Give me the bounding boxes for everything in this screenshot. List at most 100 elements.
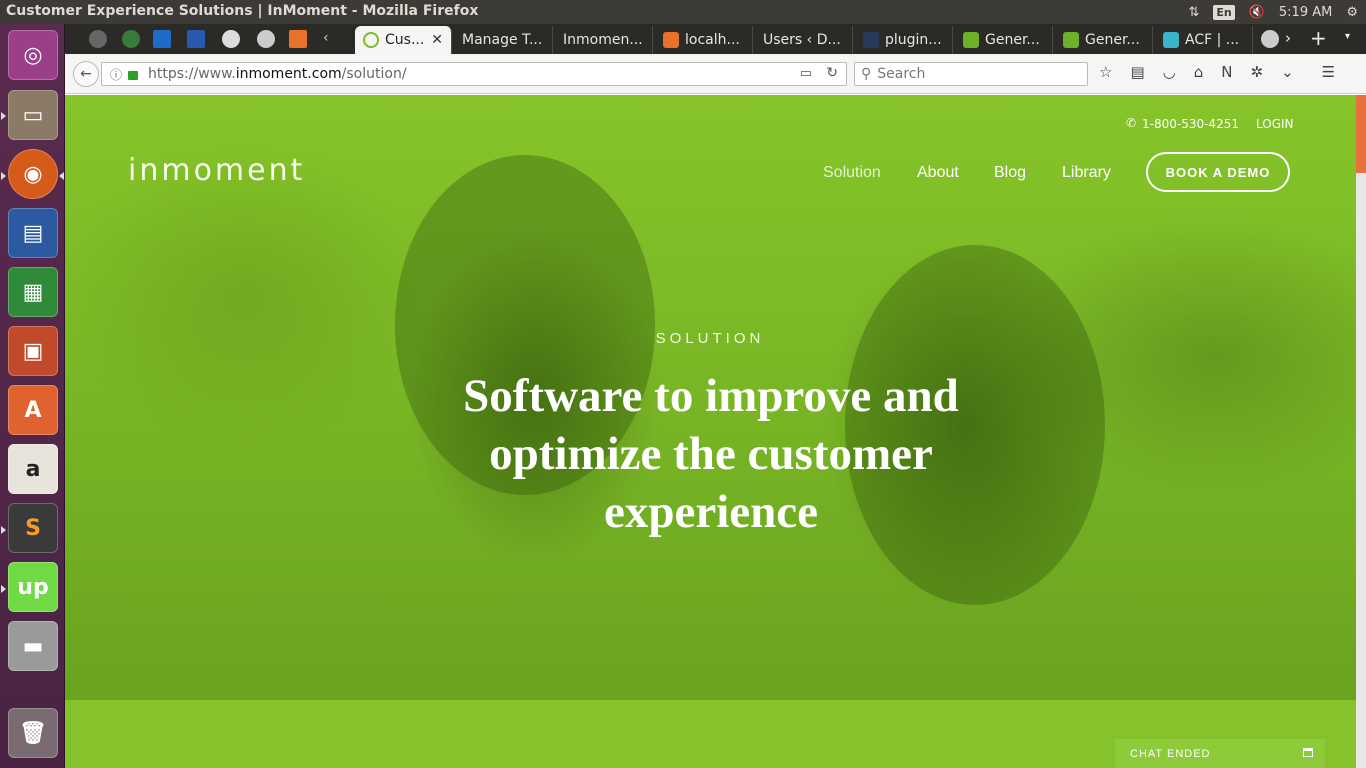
- firefox-icon[interactable]: ◉: [8, 149, 58, 199]
- tab-label: Manage T...: [462, 32, 543, 48]
- pinned-tab-stackoverflow-icon[interactable]: [289, 30, 307, 48]
- sublime-text-icon[interactable]: S: [8, 503, 58, 553]
- window-title: Customer Experience Solutions | InMoment…: [6, 3, 479, 19]
- tab-label: Gener...: [985, 32, 1040, 48]
- hero-headline: Software to improve and optimize the cus…: [463, 370, 959, 538]
- running-indicator: [1, 112, 6, 120]
- hamburger-menu-icon[interactable]: ☰: [1322, 63, 1335, 81]
- pinned-tab-reddit-icon[interactable]: [222, 30, 240, 48]
- overflow-chevron-icon[interactable]: ⌄: [1281, 63, 1294, 81]
- search-input[interactable]: ⚲ Search: [854, 62, 1088, 86]
- panel-indicators: ⇅ En 🔇 5:19 AM ⚙: [1188, 0, 1358, 24]
- generator-icon: [963, 32, 979, 48]
- extension-n-icon[interactable]: N: [1221, 63, 1232, 81]
- back-button[interactable]: ←: [73, 61, 99, 87]
- new-tab-icon[interactable]: +: [1310, 26, 1327, 50]
- chat-widget[interactable]: CHAT ENDED: [1115, 739, 1325, 768]
- pinned-tab-sync-icon[interactable]: [122, 30, 140, 48]
- tab-generator-2[interactable]: Gener...: [1055, 26, 1153, 54]
- software-center-icon[interactable]: A: [8, 385, 58, 435]
- keyboard-layout-indicator[interactable]: En: [1213, 4, 1235, 20]
- pinned-tab-globe-icon[interactable]: [89, 30, 107, 48]
- reload-icon[interactable]: ↻: [826, 65, 838, 81]
- nav-solution[interactable]: Solution: [823, 164, 881, 182]
- volume-muted-icon[interactable]: 🔇: [1249, 5, 1265, 20]
- pinned-tab-mail-icon[interactable]: [153, 30, 171, 48]
- home-icon[interactable]: ⌂: [1194, 63, 1204, 81]
- tab-strip: ‹ Cus... ✕ Manage T... Inmomen... localh…: [65, 24, 1366, 54]
- generator-icon: [1063, 32, 1079, 48]
- tab-inmoment[interactable]: Inmomen...: [555, 26, 653, 54]
- bookmark-star-icon[interactable]: ☆: [1099, 63, 1112, 81]
- nav-blog[interactable]: Blog: [994, 164, 1026, 182]
- running-indicator: [1, 172, 6, 180]
- scrollbar-thumb[interactable]: [1356, 95, 1366, 173]
- clock[interactable]: 5:19 AM: [1279, 5, 1332, 20]
- trash-icon[interactable]: 🗑: [8, 708, 58, 758]
- disk-drive-icon[interactable]: ▬: [8, 621, 58, 671]
- running-indicator: [1, 585, 6, 593]
- acf-icon: [1163, 32, 1179, 48]
- tab-acf[interactable]: ACF | ...: [1155, 26, 1253, 54]
- tab-label: Cus...: [385, 32, 425, 48]
- files-icon[interactable]: ▭: [8, 90, 58, 140]
- nav-library[interactable]: Library: [1062, 164, 1111, 182]
- unity-launcher: ◎ ▭ ◉ ▤ ▦ ▣ A a S up ▬ 🗑: [0, 24, 65, 768]
- tab-list-icon[interactable]: ▾: [1345, 31, 1350, 42]
- system-top-panel: Customer Experience Solutions | InMoment…: [0, 0, 1366, 24]
- inmoment-logo[interactable]: inmoment: [128, 153, 305, 188]
- login-link[interactable]: LOGIN: [1256, 117, 1294, 131]
- pinned-tab-wordpress-icon[interactable]: [257, 30, 275, 48]
- bookmarks-library-icon[interactable]: ▤: [1130, 63, 1144, 81]
- chat-status: CHAT ENDED: [1130, 747, 1211, 760]
- page-scrollbar[interactable]: [1356, 95, 1366, 768]
- writer-icon[interactable]: ▤: [8, 208, 58, 258]
- network-icon[interactable]: ⇅: [1188, 5, 1199, 20]
- upwork-icon[interactable]: up: [8, 562, 58, 612]
- section-eyebrow: SOLUTION: [655, 330, 765, 347]
- firefox-window: ‹ Cus... ✕ Manage T... Inmomen... localh…: [65, 24, 1366, 768]
- ubuntu-dash-icon[interactable]: ◎: [8, 30, 58, 80]
- toolbar-icons: ☆ ▤ ◡ ⌂ N ✲ ⌄ ☰: [1099, 63, 1335, 81]
- navigation-toolbar: ← ⓘ https://www.inmoment.com/solution/ ▭…: [65, 54, 1366, 94]
- tab-users[interactable]: Users ‹ D...: [755, 26, 853, 54]
- reader-view-icon[interactable]: ▭: [800, 66, 812, 81]
- tab-customer-experience[interactable]: Cus... ✕: [355, 26, 452, 54]
- extension-bug-icon[interactable]: ✲: [1251, 63, 1264, 81]
- loading-icon: [363, 32, 379, 48]
- url-bar[interactable]: ⓘ https://www.inmoment.com/solution/ ▭ ↻: [101, 62, 847, 86]
- search-placeholder: Search: [877, 66, 926, 82]
- tab-localhost[interactable]: localh...: [655, 26, 753, 54]
- wordpress-tab-icon[interactable]: [1261, 30, 1279, 48]
- phone-number[interactable]: 1-800-530-4251: [1142, 117, 1239, 131]
- running-indicator: [1, 526, 6, 534]
- tab-label: localh...: [685, 32, 740, 48]
- tab-manage[interactable]: Manage T...: [454, 26, 553, 54]
- focused-indicator: [59, 172, 64, 180]
- book-demo-button[interactable]: BOOK A DEMO: [1146, 152, 1290, 192]
- tab-scroll-right-icon[interactable]: ›: [1285, 29, 1291, 47]
- tab-label: plugin...: [885, 32, 942, 48]
- tab-plugin[interactable]: plugin...: [855, 26, 953, 54]
- chat-minimize-icon[interactable]: [1303, 748, 1313, 757]
- search-icon: ⚲: [861, 66, 872, 82]
- url-text: https://www.inmoment.com/solution/: [148, 66, 407, 82]
- impress-icon[interactable]: ▣: [8, 326, 58, 376]
- close-tab-icon[interactable]: ✕: [431, 32, 443, 48]
- xampp-icon: [663, 32, 679, 48]
- web-page: inmoment ✆ 1-800-530-4251 LOGIN Solution…: [65, 95, 1366, 768]
- amazon-icon[interactable]: a: [8, 444, 58, 494]
- settings-gear-icon[interactable]: ⚙: [1346, 5, 1358, 20]
- pocket-icon[interactable]: ◡: [1163, 63, 1176, 81]
- tab-label: Gener...: [1085, 32, 1140, 48]
- tab-scroll-left-icon[interactable]: ‹: [323, 30, 329, 46]
- pinned-tab-bird-icon[interactable]: [187, 30, 205, 48]
- site-info-icon[interactable]: ⓘ: [110, 66, 122, 83]
- tab-label: Users ‹ D...: [763, 32, 841, 48]
- plugin-icon: [863, 32, 879, 48]
- nav-about[interactable]: About: [917, 164, 959, 182]
- secure-lock-icon: [128, 70, 139, 80]
- tab-label: ACF | ...: [1185, 32, 1240, 48]
- calc-icon[interactable]: ▦: [8, 267, 58, 317]
- tab-generator-1[interactable]: Gener...: [955, 26, 1053, 54]
